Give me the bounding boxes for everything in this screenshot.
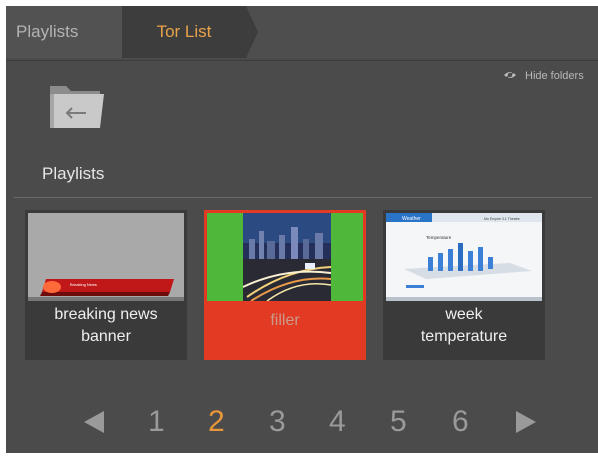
thumbnail: Weather Mo Empire 3.1 Theatre Temperatur… xyxy=(386,213,542,301)
breadcrumb-item-label: Playlists xyxy=(16,22,79,41)
thumbnail-caption: Breaking News xyxy=(70,282,97,287)
breadcrumb-separator xyxy=(246,6,258,58)
filler-thumbnail xyxy=(207,213,363,301)
folder-back-icon xyxy=(50,86,104,128)
thumbnail-chart-title: Temperature xyxy=(426,235,452,240)
breadcrumb-item-playlists[interactable]: Playlists xyxy=(6,6,122,58)
playlist-item-filler[interactable]: filler xyxy=(204,210,366,360)
hide-folders-label: Hide folders xyxy=(525,70,584,82)
thumbnail xyxy=(207,213,363,301)
item-name: week temperature xyxy=(383,304,545,348)
pagination: 1 2 3 4 5 6 xyxy=(6,402,598,442)
breadcrumb-item-label: Tor List xyxy=(156,22,212,41)
item-name: filler xyxy=(270,312,300,329)
page-5[interactable]: 5 xyxy=(390,402,407,442)
item-name: breaking news banner xyxy=(25,304,187,348)
breadcrumb: Playlists Tor List xyxy=(6,6,598,61)
item-name-line: week xyxy=(445,306,483,323)
folder-label: Playlists xyxy=(42,164,105,183)
breadcrumb-item-current[interactable]: Tor List xyxy=(122,6,246,58)
page-6[interactable]: 6 xyxy=(452,402,469,442)
folder-playlists[interactable]: Playlists xyxy=(40,82,120,192)
page-2-current[interactable]: 2 xyxy=(208,402,225,442)
thumbnail: Breaking News xyxy=(28,213,184,301)
page-1[interactable]: 1 xyxy=(148,402,165,442)
weather-thumbnail: Weather Mo Empire 3.1 Theatre Temperatur… xyxy=(386,213,542,301)
eye-slash-icon xyxy=(504,70,516,80)
item-name-line: banner xyxy=(81,328,131,345)
item-name-line: temperature xyxy=(420,328,508,345)
thumbnail-header: Weather xyxy=(402,216,421,222)
breadcrumb-divider xyxy=(6,60,598,61)
page-4[interactable]: 4 xyxy=(329,402,346,442)
breaking-news-thumbnail: Breaking News xyxy=(28,213,184,301)
playlist-item-week-temperature[interactable]: Weather Mo Empire 3.1 Theatre Temperatur… xyxy=(383,210,545,360)
section-divider xyxy=(14,197,592,198)
playlist-browser: Playlists Tor List Hide folders Playlist… xyxy=(6,6,598,453)
previous-page-icon[interactable] xyxy=(84,411,104,433)
item-name-line: breaking news xyxy=(54,306,158,323)
next-page-icon[interactable] xyxy=(516,411,536,433)
hide-folders-toggle[interactable]: Hide folders xyxy=(503,70,584,82)
thumbnail-subheader: Mo Empire 3.1 Theatre xyxy=(484,217,520,221)
page-3[interactable]: 3 xyxy=(269,402,286,442)
playlist-item-breaking-news-banner[interactable]: Breaking News breaking news banner xyxy=(25,210,187,360)
